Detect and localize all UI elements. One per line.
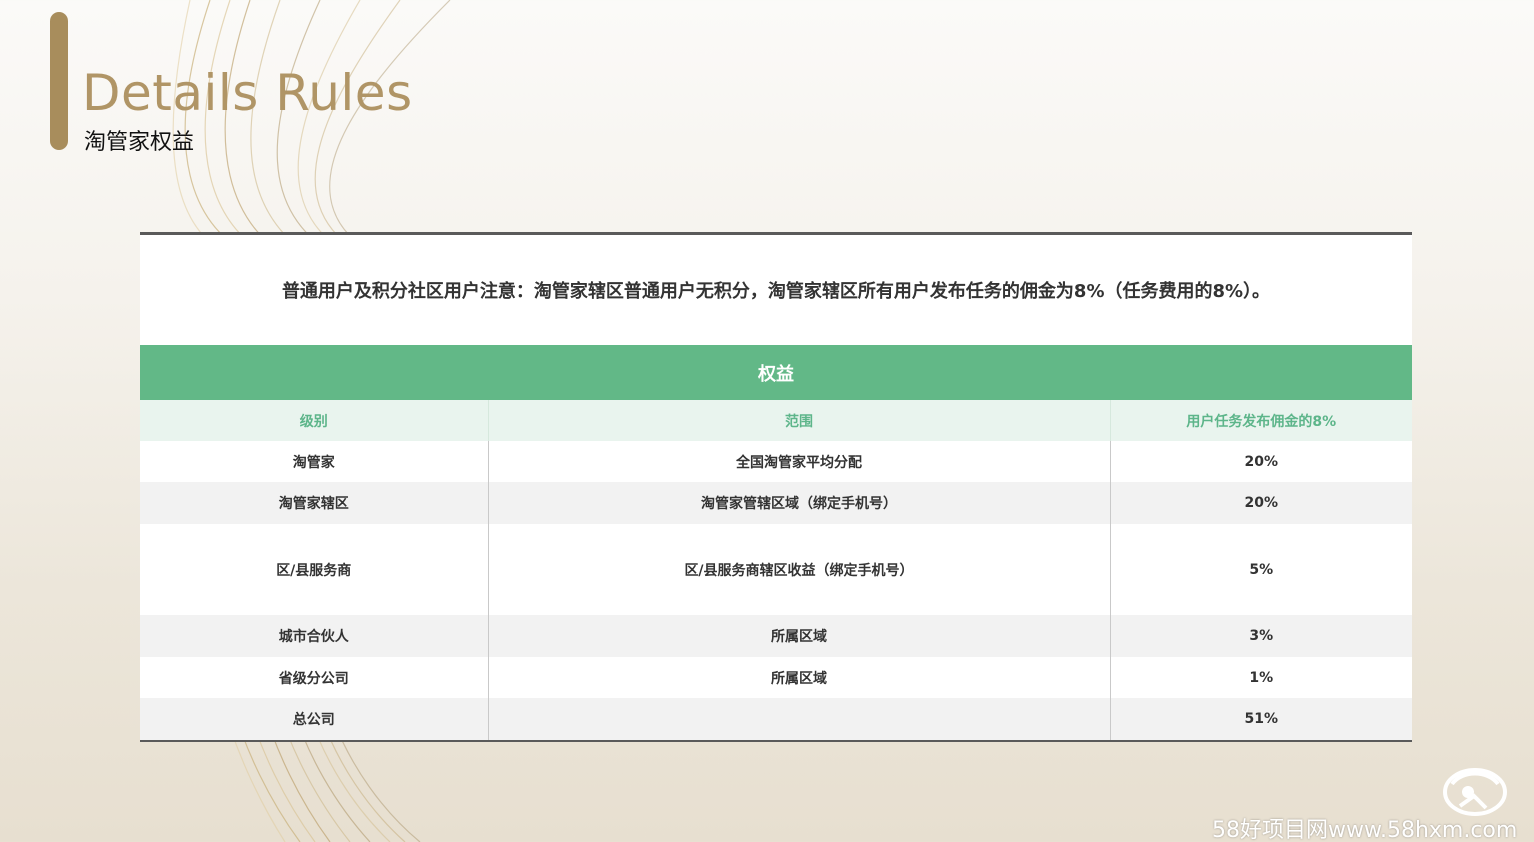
cell-rate: 5% [1109, 524, 1412, 615]
cell-rate: 20% [1109, 441, 1412, 482]
table-main-header-row: 权益 [140, 345, 1412, 400]
table-row: 淘管家辖区 淘管家管辖区域（绑定手机号） 20% [140, 482, 1412, 524]
table-row: 区/县服务商 区/县服务商辖区收益（绑定手机号） 5% [140, 524, 1412, 615]
cell-level: 淘管家辖区 [140, 482, 488, 524]
table-row: 城市合伙人 所属区域 3% [140, 615, 1412, 657]
cell-scope: 区/县服务商辖区收益（绑定手机号） [487, 524, 1110, 615]
table-main-header: 权益 [140, 345, 1412, 400]
site-watermark: 58好项目网www.58hxm.com [1212, 818, 1518, 842]
rights-table: 权益 级别 范围 用户任务发布佣金的8% 淘管家 全国淘管家平均分配 20% 淘… [140, 345, 1412, 740]
cell-rate: 1% [1109, 657, 1412, 698]
table-column-header-row: 级别 范围 用户任务发布佣金的8% [140, 400, 1412, 441]
cell-scope: 所属区域 [487, 657, 1110, 698]
watermark-logo-icon [1443, 768, 1507, 816]
cell-level: 总公司 [140, 698, 488, 740]
cell-scope [487, 698, 1110, 740]
rules-card: 普通用户及积分社区用户注意：淘管家辖区普通用户无积分，淘管家辖区所有用户发布任务… [140, 232, 1412, 742]
cell-scope: 淘管家管辖区域（绑定手机号） [487, 482, 1110, 524]
cell-scope: 所属区域 [487, 615, 1110, 657]
table-row: 总公司 51% [140, 698, 1412, 740]
column-header-rate: 用户任务发布佣金的8% [1109, 400, 1412, 441]
column-header-level: 级别 [140, 400, 488, 441]
cell-level: 城市合伙人 [140, 615, 488, 657]
table-row: 淘管家 全国淘管家平均分配 20% [140, 441, 1412, 482]
title-accent-bar [50, 12, 68, 150]
cell-level: 区/县服务商 [276, 562, 352, 579]
column-header-scope: 范围 [487, 400, 1110, 441]
table-row: 省级分公司 所属区域 1% [140, 657, 1412, 698]
cell-scope: 全国淘管家平均分配 [487, 441, 1110, 482]
cell-rate: 3% [1109, 615, 1412, 657]
page-title-english: Details Rules [82, 64, 413, 122]
cell-level: 淘管家 [292, 454, 335, 471]
cell-rate: 20% [1109, 482, 1412, 524]
page-title-chinese: 淘管家权益 [84, 130, 195, 155]
cell-level: 省级分公司 [278, 670, 349, 687]
notice-text: 普通用户及积分社区用户注意：淘管家辖区普通用户无积分，淘管家辖区所有用户发布任务… [281, 281, 1271, 302]
cell-rate: 51% [1109, 698, 1412, 740]
